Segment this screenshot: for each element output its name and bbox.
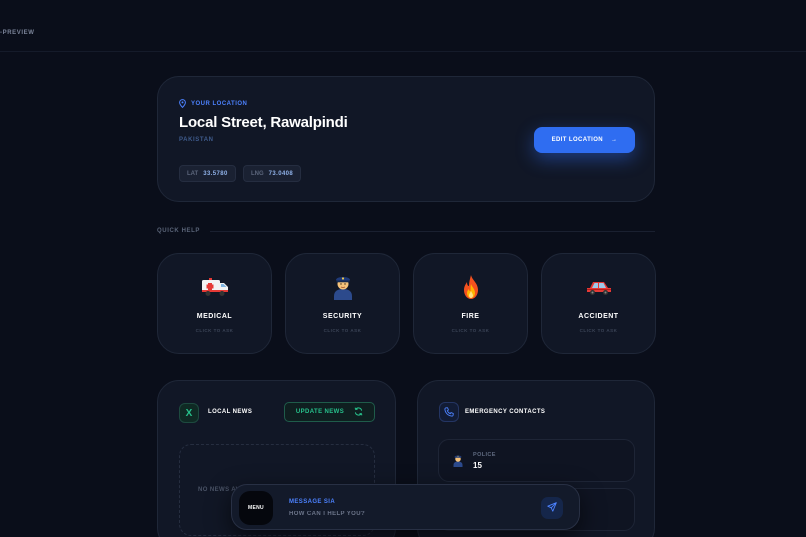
message-bar: MENU MESSAGE SIA — [231, 484, 580, 530]
help-subtitle: CLICK TO ASK — [579, 328, 618, 333]
help-card-accident[interactable]: ACCIDENT CLICK TO ASK — [541, 253, 656, 354]
help-card-fire[interactable]: FIRE CLICK TO ASK — [413, 253, 528, 354]
x-logo-icon: X — [179, 403, 199, 423]
contact-name: POLICE — [473, 452, 496, 458]
ambulance-icon — [158, 274, 271, 300]
latitude-chip: LAT 33.5780 — [179, 165, 236, 182]
message-title: MESSAGE SIA — [289, 499, 336, 505]
help-subtitle: CLICK TO ASK — [323, 328, 362, 333]
help-subtitle: CLICK TO ASK — [195, 328, 234, 333]
quick-help-heading: QUICK HELP — [157, 228, 201, 234]
update-news-button[interactable]: UPDATE NEWS — [284, 402, 375, 422]
update-news-label: UPDATE NEWS — [295, 409, 345, 415]
send-button[interactable] — [541, 497, 563, 519]
help-card-security[interactable]: SECURITY CLICK TO ASK — [285, 253, 400, 354]
arrow-right-icon: → — [611, 137, 618, 143]
contact-row-police[interactable]: POLICE 15 — [438, 439, 635, 482]
longitude-key: LNG — [251, 170, 264, 177]
fire-icon — [414, 274, 527, 300]
help-title: FIRE — [461, 313, 480, 320]
help-card-medical[interactable]: MEDICAL CLICK TO ASK — [157, 253, 272, 354]
message-input[interactable] — [289, 509, 529, 519]
help-subtitle: CLICK TO ASK — [451, 328, 490, 333]
preview-label: -PREVIEW — [0, 30, 35, 36]
longitude-chip: LNG 73.0408 — [243, 165, 302, 182]
location-label-text: YOUR LOCATION — [191, 100, 248, 107]
map-pin-icon — [179, 99, 186, 108]
latitude-value: 33.5780 — [203, 170, 228, 177]
help-title: ACCIDENT — [578, 313, 619, 320]
send-icon — [547, 499, 557, 517]
car-icon — [542, 274, 655, 300]
latitude-key: LAT — [187, 170, 199, 177]
section-divider — [210, 231, 655, 232]
top-bar: -PREVIEW — [0, 0, 806, 52]
location-label: YOUR LOCATION — [179, 99, 247, 108]
location-country: PAKISTAN — [179, 137, 214, 143]
location-title: Local Street, Rawalpindi — [179, 114, 348, 131]
police-officer-icon — [452, 454, 464, 472]
contacts-title: EMERGENCY CONTACTS — [465, 409, 546, 415]
news-title: LOCAL NEWS — [208, 409, 253, 415]
edit-location-button[interactable]: EDIT LOCATION → — [534, 127, 635, 153]
longitude-value: 73.0408 — [268, 170, 294, 177]
contact-number: 15 — [473, 461, 482, 470]
location-card: YOUR LOCATION Local Street, Rawalpindi P… — [157, 76, 655, 202]
refresh-icon — [354, 407, 363, 418]
phone-icon — [439, 402, 459, 422]
police-officer-icon — [286, 274, 399, 300]
help-title: SECURITY — [322, 313, 363, 320]
menu-button[interactable]: MENU — [239, 491, 273, 525]
edit-location-label: EDIT LOCATION — [551, 137, 603, 143]
help-title: MEDICAL — [196, 313, 233, 320]
